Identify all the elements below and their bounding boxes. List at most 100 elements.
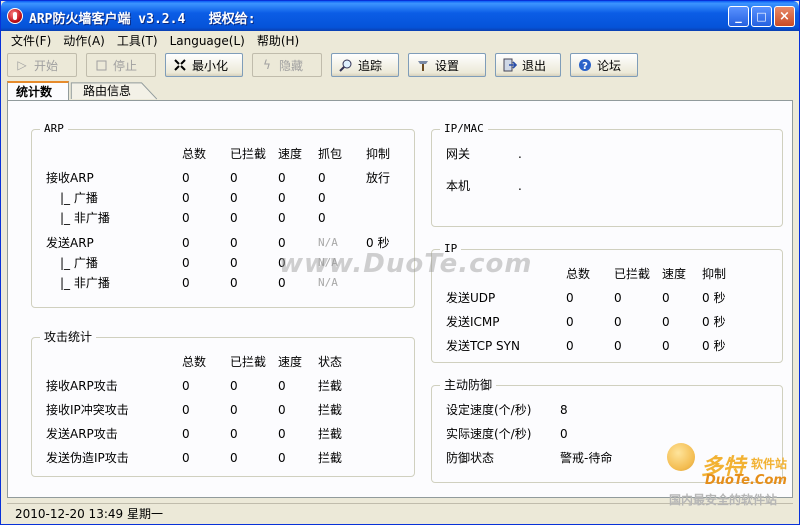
defense-state-label: 防御状态 [446, 451, 495, 465]
tab-routing[interactable]: 路由信息 [83, 84, 131, 98]
window-title: ARP防火墙客户端 v3.2.4 授权给: [29, 12, 256, 27]
ipmac-group: IP/MAC [431, 122, 783, 227]
forum-button[interactable]: ? 论坛 [570, 53, 638, 77]
arp-row-speed: 0 [278, 211, 286, 225]
watermark-logo-en: DuoTe.Com [705, 473, 787, 488]
menu-tools[interactable]: 工具(T) [111, 31, 164, 51]
tools-icon [415, 57, 431, 73]
arp-row-speed: 0 [278, 236, 286, 250]
attack-group-title: 攻击统计 [40, 330, 97, 344]
ip-row-suppress: 0 秒 [702, 339, 726, 353]
toolbar: ▷ 开始 停止 最小化 ϟ 隐藏 追踪 设置 退出 ? 论坛 [1, 51, 799, 79]
arp-row-total: 0 [182, 171, 190, 185]
attack-row-total: 0 [182, 427, 190, 441]
arp-row-total: 0 [182, 191, 190, 205]
ip-row-blocked: 0 [614, 291, 622, 305]
arp-row-total: 0 [182, 256, 190, 270]
watermark-center: www.DuoTe.com [279, 249, 533, 279]
menu-file[interactable]: 文件(F) [5, 31, 57, 51]
attack-header-total: 总数 [182, 355, 207, 369]
hide-button[interactable]: ϟ 隐藏 [252, 53, 322, 77]
lightning-icon: ϟ [263, 58, 271, 72]
attack-row-blocked: 0 [230, 379, 238, 393]
attack-row-status: 拦截 [318, 379, 343, 393]
actual-speed-value: 0 [560, 427, 568, 441]
arp-row-label: |_ 非广播 [60, 276, 110, 290]
ipmac-group-title: IP/MAC [440, 122, 488, 136]
exit-button[interactable]: 退出 [495, 53, 561, 77]
attack-row-label: 发送ARP攻击 [46, 427, 118, 441]
magnifier-icon [338, 57, 354, 73]
arp-header-total: 总数 [182, 147, 207, 161]
arp-row-capture: 0 [318, 191, 326, 205]
arp-row-blocked: 0 [230, 211, 238, 225]
menu-help[interactable]: 帮助(H) [251, 31, 305, 51]
stop-button[interactable]: 停止 [86, 53, 156, 77]
watermark-tagline: 国内最安全的软件站 [669, 493, 778, 507]
app-window: ARP防火墙客户端 v3.2.4 授权给: _ □ × 文件(F) 动作(A) … [0, 0, 800, 525]
attack-row-status: 拦截 [318, 427, 343, 441]
minimize-window-button[interactable]: _ [728, 6, 749, 27]
defense-state-value: 警戒-待命 [560, 451, 613, 465]
arp-row-suppress: 放行 [366, 171, 391, 185]
ip-row-speed: 0 [662, 291, 670, 305]
arp-row-total: 0 [182, 211, 190, 225]
local-value: . [518, 179, 522, 193]
arp-row-total: 0 [182, 236, 190, 250]
ip-header-total: 总数 [566, 267, 591, 281]
settings-button[interactable]: 设置 [408, 53, 486, 77]
maximize-window-button[interactable]: □ [751, 6, 772, 27]
trace-button[interactable]: 追踪 [331, 53, 399, 77]
set-speed-label: 设定速度(个/秒) [446, 403, 532, 417]
arp-row-capture: 0 [318, 171, 326, 185]
ip-row-suppress: 0 秒 [702, 291, 726, 305]
ip-row-speed: 0 [662, 339, 670, 353]
menu-language[interactable]: Language(L) [164, 31, 251, 51]
arp-row-speed: 0 [278, 171, 286, 185]
title-bar[interactable]: ARP防火墙客户端 v3.2.4 授权给: _ □ × [1, 1, 799, 31]
ip-row-total: 0 [566, 315, 574, 329]
start-button[interactable]: ▷ 开始 [7, 53, 77, 77]
attack-row-label: 发送伪造IP攻击 [46, 451, 129, 465]
local-label: 本机 [446, 179, 471, 193]
arp-group-title: ARP [40, 122, 68, 136]
arp-row-total: 0 [182, 276, 190, 290]
attack-row-status: 拦截 [318, 403, 343, 417]
arp-header-speed: 速度 [278, 147, 303, 161]
ip-row-total: 0 [566, 291, 574, 305]
menu-bar: 文件(F) 动作(A) 工具(T) Language(L) 帮助(H) [1, 31, 799, 51]
ip-row-total: 0 [566, 339, 574, 353]
menu-action[interactable]: 动作(A) [57, 31, 111, 51]
duote-mascot-icon [667, 443, 695, 471]
attack-row-blocked: 0 [230, 403, 238, 417]
arp-row-label: |_ 广播 [60, 191, 98, 205]
arp-row-label: 接收ARP [46, 171, 94, 185]
arp-row-blocked: 0 [230, 276, 238, 290]
attack-row-total: 0 [182, 379, 190, 393]
ip-row-blocked: 0 [614, 315, 622, 329]
arp-header-capture: 抓包 [318, 147, 343, 161]
attack-row-label: 接收IP冲突攻击 [46, 403, 129, 417]
ip-header-speed: 速度 [662, 267, 687, 281]
ip-row-label: 发送UDP [446, 291, 496, 305]
arp-row-label: |_ 广播 [60, 256, 98, 270]
status-datetime: 2010-12-20 13:49 星期一 [15, 507, 163, 521]
attack-row-speed: 0 [278, 403, 286, 417]
arp-row-speed: 0 [278, 191, 286, 205]
exit-door-icon [502, 57, 518, 73]
minimize-button[interactable]: 最小化 [165, 53, 243, 77]
attack-row-blocked: 0 [230, 427, 238, 441]
gateway-label: 网关 [446, 147, 471, 161]
set-speed-value: 8 [560, 403, 568, 417]
attack-row-speed: 0 [278, 379, 286, 393]
ip-header-blocked: 已拦截 [614, 267, 651, 281]
app-shield-icon[interactable] [7, 8, 23, 24]
arp-row-label: |_ 非广播 [60, 211, 110, 225]
close-window-button[interactable]: × [774, 6, 795, 27]
ip-header-suppress: 抑制 [702, 267, 727, 281]
actual-speed-label: 实际速度(个/秒) [446, 427, 532, 441]
tab-statistics[interactable]: 统计数据 [7, 81, 69, 117]
arp-row-blocked: 0 [230, 191, 238, 205]
ip-row-blocked: 0 [614, 339, 622, 353]
arp-row-capture: 0 [318, 211, 326, 225]
